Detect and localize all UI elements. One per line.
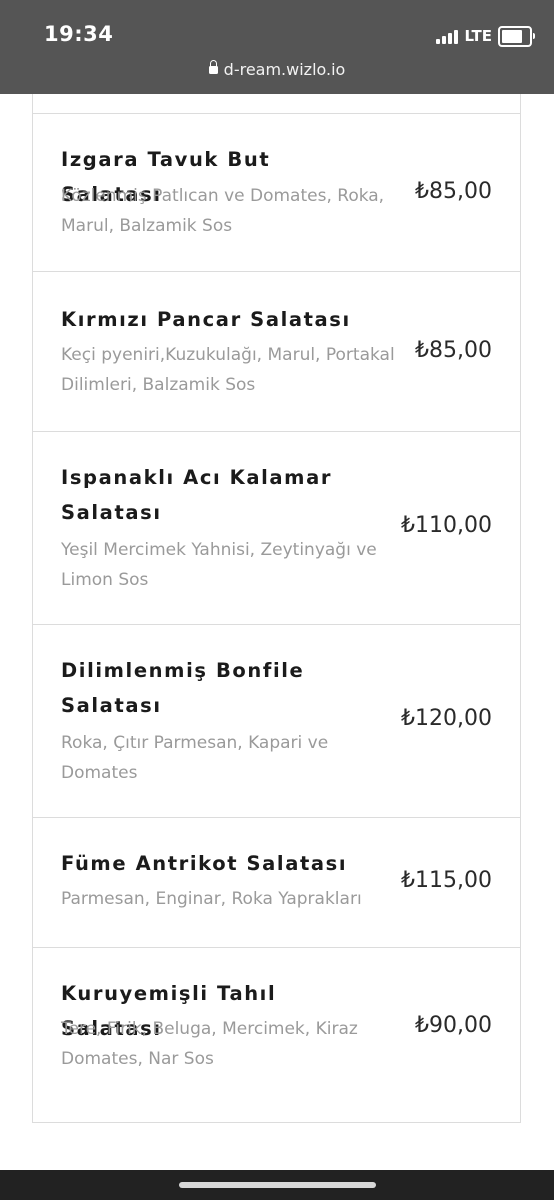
menu-item[interactable]: Füme Antrikot Salatası Parmesan, Enginar… [33,817,520,948]
status-time: 19:34 [44,22,114,46]
item-price: ₺85,00 [415,179,492,204]
home-indicator[interactable] [179,1182,376,1188]
battery-icon [498,25,535,47]
item-description: Közlenmiş Patlıcan ve Domates, Roka, Mar… [61,186,385,236]
item-description: Roka, Çıtır Parmesan, Kapari ve Domates [61,733,329,783]
lock-icon [208,60,218,76]
item-price: ₺115,00 [401,868,492,893]
item-price: ₺110,00 [401,513,492,538]
cellular-signal-icon [436,28,459,44]
item-description: Tere, Firik, Beluga, Mercimek, Kiraz Dom… [61,1019,358,1069]
item-description: Parmesan, Enginar, Roka Yaprakları [61,889,362,909]
network-type-label: LTE [464,27,492,45]
item-name: Dilimlenmiş Bonfile Salatası [61,659,305,717]
menu-list: Izgara Tavuk But Salatası Közlenmiş Patl… [32,94,521,1123]
item-price: ₺85,00 [415,338,492,363]
menu-item[interactable]: Izgara Tavuk But Salatası Közlenmiş Patl… [33,113,520,272]
item-description: Yeşil Mercimek Yahnisi, Zeytinyağı ve Li… [61,540,377,590]
url-text: d-ream.wizlo.io [223,60,346,79]
browser-top-bar: 19:34 LTE d-ream.wizlo.io [0,0,554,94]
item-name: Kırmızı Pancar Salatası [61,308,351,331]
item-price: ₺120,00 [401,706,492,731]
menu-item[interactable]: Kuruyemişli Tahıl Salatası Tere, Firik, … [33,947,520,1124]
home-indicator-area [0,1170,554,1200]
status-indicators: LTE [436,24,535,48]
item-description: Keçi pyeniri,Kuzukulağı, Marul, Portakal… [61,345,395,395]
address-bar[interactable]: d-ream.wizlo.io [0,60,554,79]
item-name: Füme Antrikot Salatası [61,852,348,875]
menu-item[interactable]: Dilimlenmiş Bonfile Salatası Roka, Çıtır… [33,624,520,818]
menu-item[interactable]: Kırmızı Pancar Salatası Keçi pyeniri,Kuz… [33,271,520,432]
item-name: Ispanaklı Acı Kalamar Salatası [61,466,333,524]
item-price: ₺90,00 [415,1013,492,1038]
menu-item[interactable]: Ispanaklı Acı Kalamar Salatası Yeşil Mer… [33,431,520,625]
